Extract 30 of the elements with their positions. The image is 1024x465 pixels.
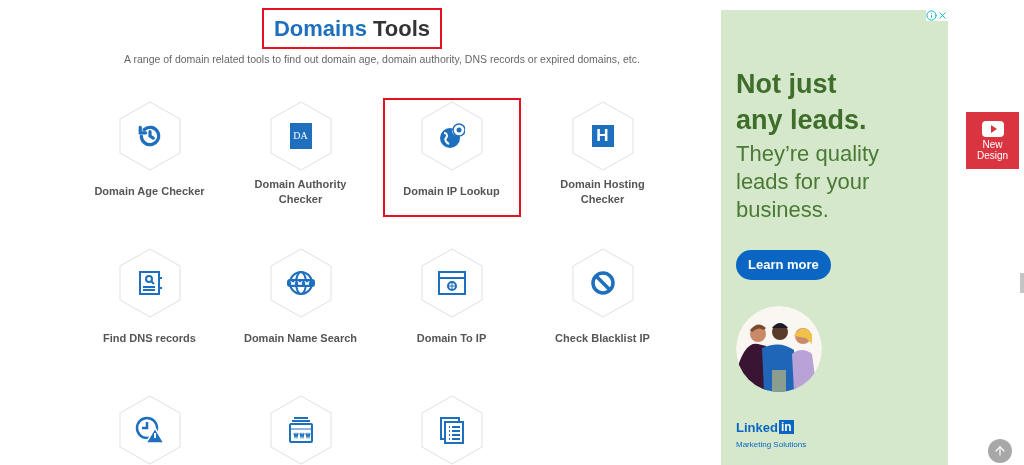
section-description: A range of domain related tools to find out domain age, domain authority, DNS records or expired domains, etc.	[124, 52, 640, 67]
info-icon[interactable]	[926, 10, 937, 21]
www-globe-icon	[285, 269, 316, 296]
clock-warning-icon	[134, 415, 165, 444]
globe-icon	[438, 122, 465, 149]
tool-link[interactable]: Find DNS records	[103, 331, 196, 347]
brand-name: Linked	[736, 418, 778, 437]
close-icon[interactable]	[937, 10, 948, 21]
brand-badge: in	[778, 420, 794, 435]
tool-link[interactable]: Domain Hosting Checker	[542, 176, 663, 207]
ad-text: They’re quality leads for your business.	[736, 140, 881, 224]
address-book-icon	[136, 269, 163, 296]
tool-link[interactable]: Domain Authority Checker	[240, 176, 361, 207]
new-design-button[interactable]: New Design	[966, 112, 1019, 169]
tool-link[interactable]: Check Blacklist IP	[555, 331, 650, 347]
learn-more-button[interactable]: Learn more	[736, 250, 831, 280]
tool-link[interactable]: Domain Age Checker	[94, 184, 205, 200]
ad-headline: Not just any leads.	[736, 68, 868, 137]
tool-link[interactable]: Domain Name Search	[243, 331, 358, 347]
scrollbar-thumb[interactable]	[1020, 273, 1024, 293]
documents-icon	[438, 415, 465, 444]
section-title: Domains Tools	[261, 8, 443, 49]
blocked-icon	[589, 269, 616, 296]
web-pages-icon	[287, 415, 314, 444]
brand-tagline: Marketing Solutions	[736, 439, 808, 451]
browser-window-icon	[437, 270, 466, 295]
tool-link[interactable]: Domain IP Lookup	[403, 184, 500, 200]
scroll-top-button[interactable]	[988, 439, 1012, 463]
video-icon	[981, 120, 1004, 137]
tool-link[interactable]: Domain To IP	[416, 331, 487, 347]
